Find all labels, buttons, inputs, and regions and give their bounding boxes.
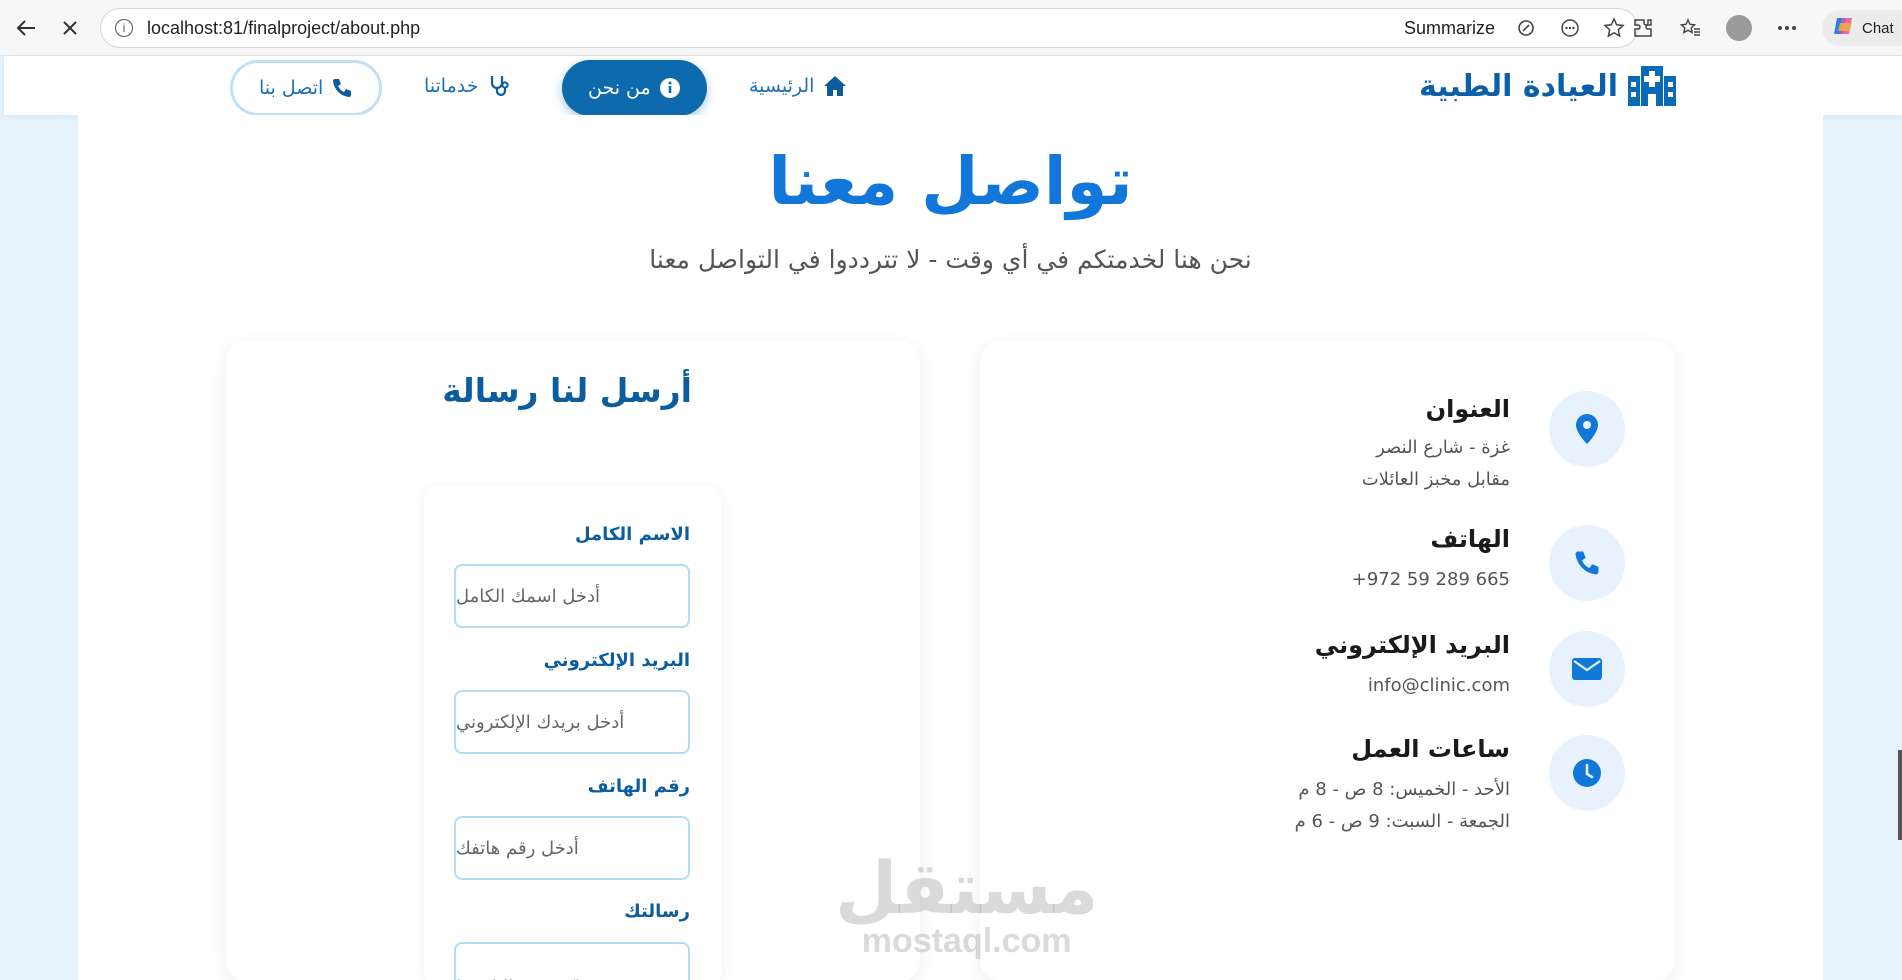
address-line-1: غزة - شارع النصر [1376,437,1510,458]
menu-dots-icon[interactable] [1774,15,1800,41]
phone-value: +972 59 289 665 [1351,569,1510,590]
home-icon [824,75,847,96]
phone-icon [333,79,352,97]
nav-contact[interactable]: اتصل بنا [230,60,383,116]
nav-about-label: من نحن [588,77,651,99]
email-value[interactable]: info@clinic.com [1368,675,1510,696]
message-textarea[interactable]: اكتب رسالتك هنا [454,942,690,980]
favorites-list-icon[interactable] [1678,15,1704,41]
back-icon[interactable] [12,14,40,42]
nav-about[interactable]: من نحن [562,60,707,116]
message-form-card: أرسل لنا رسالة الاسم الكامل أدخل اسمك ال… [226,341,920,980]
contact-form: الاسم الكامل أدخل اسمك الكامل البريد الإ… [424,486,722,980]
page-title: تواصل معنا [768,143,1133,220]
message-label: رسالتك [624,901,690,922]
nav-home[interactable]: الرئيسية [749,56,848,115]
clock-icon [1549,735,1625,811]
address-line-2: مقابل مخبز العائلات [1361,469,1510,490]
watermark-latin: mostaql.com [861,922,1072,960]
name-label: الاسم الكامل [574,524,690,545]
location-pin-icon [1549,391,1625,467]
summarize-button[interactable]: Summarize [1404,18,1495,39]
brand-name: العيادة الطبية [1419,68,1618,104]
site-info-icon[interactable]: i [115,19,133,37]
info-circle-icon [659,78,680,98]
hours-line-1: الأحد - الخميس: 8 ص - 8 م [1298,779,1510,800]
mostaql-watermark: مستقل mostaql.com [835,852,1098,958]
address-title: العنوان [1425,395,1510,423]
chat-label: Chat [1862,19,1894,37]
profile-avatar-icon[interactable] [1726,15,1752,41]
watermark-arabic: مستقل [835,846,1099,930]
hours-title: ساعات العمل [1351,735,1510,763]
page-subtitle: نحن هنا لخدمتكم في أي وقت - لا تترددوا ف… [649,245,1252,274]
url-text: localhost:81/finalproject/about.php [147,17,421,38]
address-bar[interactable]: i localhost:81/finalproject/about.php Su… [100,8,1638,48]
email-input[interactable]: أدخل بريدك الإلكتروني [454,690,690,754]
more-dots-circle-icon[interactable] [1557,15,1583,41]
phone-input[interactable]: أدخل رقم هاتفك [454,816,690,880]
hospital-icon [1628,66,1676,106]
page-scrollbar[interactable] [1898,750,1902,840]
envelope-icon [1549,631,1625,707]
stop-loading-icon[interactable] [56,14,84,42]
phone-title: الهاتف [1430,525,1510,553]
summarize-icon[interactable] [1513,15,1539,41]
nav-contact-label: اتصل بنا [259,77,324,99]
stethoscope-icon [490,75,509,96]
name-input[interactable]: أدخل اسمك الكامل [454,564,690,628]
copilot-icon [1832,14,1856,42]
nav-services-label: خدماتنا [424,74,479,97]
hours-line-2: الجمعة - السبت: 9 ص - 6 م [1294,811,1510,832]
browser-toolbar: i localhost:81/finalproject/about.php Su… [0,0,1902,56]
phone-circle-icon [1549,525,1625,601]
site-navbar: العيادة الطبية الرئيسية من نحن خدماتنا ا… [4,56,1902,116]
favorite-star-icon[interactable] [1601,15,1627,41]
brand-logo[interactable]: العيادة الطبية [1419,66,1676,106]
phone-label: رقم الهاتف [587,776,690,797]
form-title: أرسل لنا رسالة [442,371,692,410]
copilot-chat-button[interactable]: Chat [1822,10,1902,46]
email-label: البريد الإلكتروني [543,650,690,671]
extensions-icon[interactable] [1630,15,1656,41]
nav-home-label: الرئيسية [749,74,815,97]
nav-services[interactable]: خدماتنا [424,56,511,115]
email-title: البريد الإلكتروني [1314,631,1510,659]
